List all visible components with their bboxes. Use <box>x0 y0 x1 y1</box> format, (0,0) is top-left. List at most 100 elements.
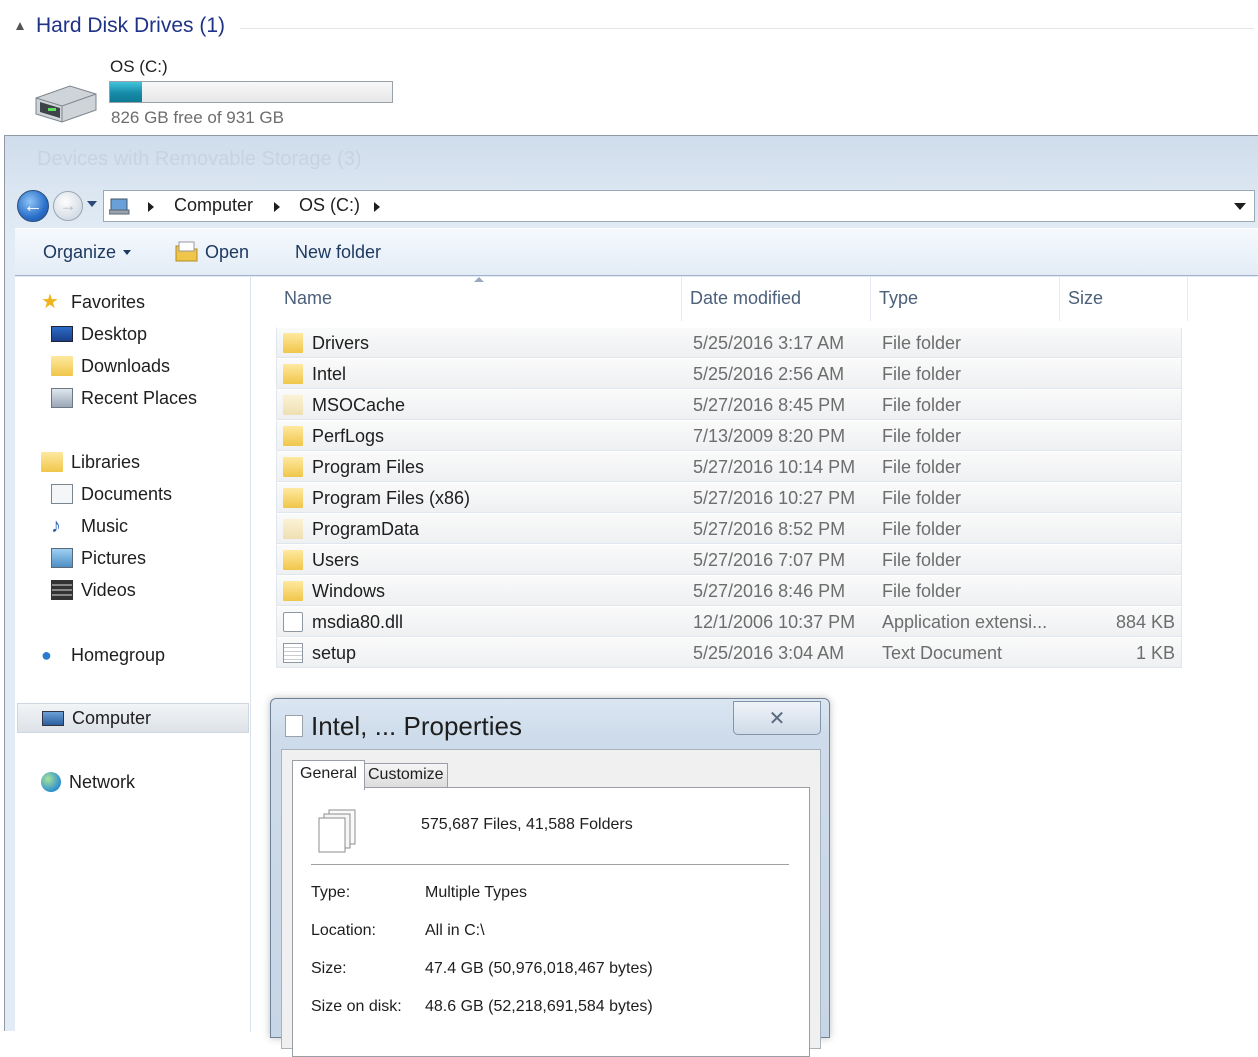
size-value: 47.4 GB (50,976,018,467 bytes) <box>425 960 653 977</box>
collapse-triangle-icon[interactable] <box>16 22 24 30</box>
file-type: File folder <box>882 395 962 415</box>
hard-disk-drives-group[interactable]: Hard Disk Drives (1) <box>14 14 1254 44</box>
drive-os-c[interactable]: OS (C:) 826 GB free of 931 GB <box>28 56 408 136</box>
file-type: File folder <box>882 519 962 539</box>
forward-arrow-icon: → <box>59 196 77 215</box>
breadcrumb-separator-icon[interactable] <box>374 202 380 212</box>
size-on-disk-value: 48.6 GB (52,218,691,584 bytes) <box>425 998 653 1015</box>
organize-button[interactable]: Organize <box>43 242 132 263</box>
libraries-icon <box>41 452 63 472</box>
file-row[interactable]: Windows 5/27/2016 8:46 PM File folder <box>276 575 1182 606</box>
file-name: setup <box>312 643 357 663</box>
documents-icon <box>51 484 73 504</box>
folder-icon <box>283 395 303 415</box>
recent-pages-dropdown-icon[interactable] <box>87 201 97 207</box>
nav-desktop[interactable]: Desktop <box>51 319 147 349</box>
file-date: 5/27/2016 8:46 PM <box>693 581 846 601</box>
close-button[interactable]: ✕ <box>733 701 821 735</box>
file-type: File folder <box>882 488 962 508</box>
nav-pictures[interactable]: Pictures <box>51 543 146 573</box>
drive-usage-fill <box>110 82 142 102</box>
breadcrumb-os-c[interactable]: OS (C:) <box>299 195 360 216</box>
forward-button[interactable]: → <box>53 191 83 221</box>
file-name: Program Files <box>312 457 425 477</box>
column-header-date[interactable]: Date modified <box>682 277 871 321</box>
text-file-icon <box>283 643 303 663</box>
folder-icon <box>283 581 303 601</box>
file-name: Drivers <box>312 333 369 353</box>
nav-label: Desktop <box>81 323 148 344</box>
folder-icon <box>283 364 303 384</box>
location-label: Location: <box>311 922 376 939</box>
organize-label: Organize <box>43 242 117 262</box>
nav-favorites[interactable]: ★ Favorites <box>41 287 145 317</box>
size-label: Size: <box>311 960 347 977</box>
column-header-type[interactable]: Type <box>871 277 1060 321</box>
panel-divider <box>311 864 789 865</box>
nav-music[interactable]: ♪ Music <box>51 511 128 541</box>
file-rows: Drivers 5/25/2016 3:17 AM File folder Intel… <box>276 327 1182 668</box>
column-header-size[interactable]: Size <box>1060 277 1188 321</box>
file-row[interactable]: Users 5/27/2016 7:07 PM File folder <box>276 544 1182 575</box>
file-date: 5/27/2016 8:52 PM <box>693 519 846 539</box>
music-icon: ♪ <box>51 515 61 537</box>
file-row[interactable]: Program Files 5/27/2016 10:14 PM File fold… <box>276 451 1182 482</box>
nav-downloads[interactable]: Downloads <box>51 351 170 381</box>
address-bar[interactable]: Computer OS (C:) <box>103 190 1255 222</box>
open-button[interactable]: Open <box>205 242 249 263</box>
dialog-body: General Customize 575,687 Files, 41,588 … <box>281 749 821 1057</box>
nav-libraries[interactable]: Libraries <box>41 447 140 477</box>
computer-icon <box>109 198 130 215</box>
file-date: 5/25/2016 3:17 AM <box>693 333 845 353</box>
group-title: Hard Disk Drives (1) <box>36 14 226 37</box>
file-row[interactable]: Drivers 5/25/2016 3:17 AM File folder <box>276 327 1182 358</box>
nav-label: Libraries <box>71 451 141 472</box>
file-type: File folder <box>882 457 962 477</box>
drive-usage-bar <box>109 81 393 103</box>
recent-places-icon <box>51 388 73 408</box>
file-row[interactable]: PerfLogs 7/13/2009 8:20 PM File folder <box>276 420 1182 451</box>
breadcrumb-separator-icon[interactable] <box>148 202 154 212</box>
open-folder-icon <box>175 241 198 262</box>
document-icon <box>285 715 303 737</box>
new-folder-button[interactable]: New folder <box>295 242 381 263</box>
nav-homegroup[interactable]: ● Homegroup <box>41 640 165 670</box>
file-size: 1 KB <box>1135 643 1175 663</box>
size-on-disk-label: Size on disk: <box>311 998 402 1015</box>
file-type: Text Document <box>882 643 1003 663</box>
nav-videos[interactable]: Videos <box>51 575 136 605</box>
nav-network[interactable]: Network <box>41 767 135 797</box>
file-date: 5/27/2016 7:07 PM <box>693 550 846 570</box>
file-row[interactable]: Program Files (x86) 5/27/2016 10:27 PM Fil… <box>276 482 1182 513</box>
file-type: File folder <box>882 426 962 446</box>
file-name: MSOCache <box>312 395 406 415</box>
file-name: Intel <box>312 364 347 384</box>
column-header-name[interactable]: Name <box>276 277 682 321</box>
navigation-pane: ★ Favorites Desktop Downloads Recent Pla… <box>15 277 251 1032</box>
file-row[interactable]: Intel 5/25/2016 2:56 AM File folder <box>276 358 1182 389</box>
file-date: 12/1/2006 10:37 PM <box>693 612 856 632</box>
breadcrumb-separator-icon[interactable] <box>274 202 280 212</box>
tab-general[interactable]: General <box>292 760 365 790</box>
nav-recent-places[interactable]: Recent Places <box>51 383 197 413</box>
drive-name: OS (C:) <box>110 57 168 76</box>
file-row[interactable]: MSOCache 5/27/2016 8:45 PM File folder <box>276 389 1182 420</box>
type-value: Multiple Types <box>425 884 527 901</box>
nav-documents[interactable]: Documents <box>51 479 172 509</box>
file-row[interactable]: ProgramData 5/27/2016 8:52 PM File folder <box>276 513 1182 544</box>
nav-label: Documents <box>81 483 173 504</box>
file-name: PerfLogs <box>312 426 385 446</box>
file-row[interactable]: msdia80.dll 12/1/2006 10:37 PM Application… <box>276 606 1182 637</box>
folder-icon <box>283 333 303 353</box>
file-date: 5/27/2016 10:14 PM <box>693 457 856 477</box>
file-name: Users <box>312 550 360 570</box>
nav-computer[interactable]: Computer <box>17 703 249 733</box>
file-row[interactable]: setup 5/25/2016 3:04 AM Text Document 1 KB <box>276 637 1182 668</box>
breadcrumb-computer[interactable]: Computer <box>174 195 253 216</box>
back-button[interactable]: ← <box>17 190 49 222</box>
address-dropdown-icon[interactable] <box>1234 203 1246 210</box>
network-globe-icon <box>41 772 61 792</box>
hard-drive-icon <box>35 85 97 123</box>
tab-customize[interactable]: Customize <box>364 763 448 788</box>
folder-icon <box>283 488 303 508</box>
